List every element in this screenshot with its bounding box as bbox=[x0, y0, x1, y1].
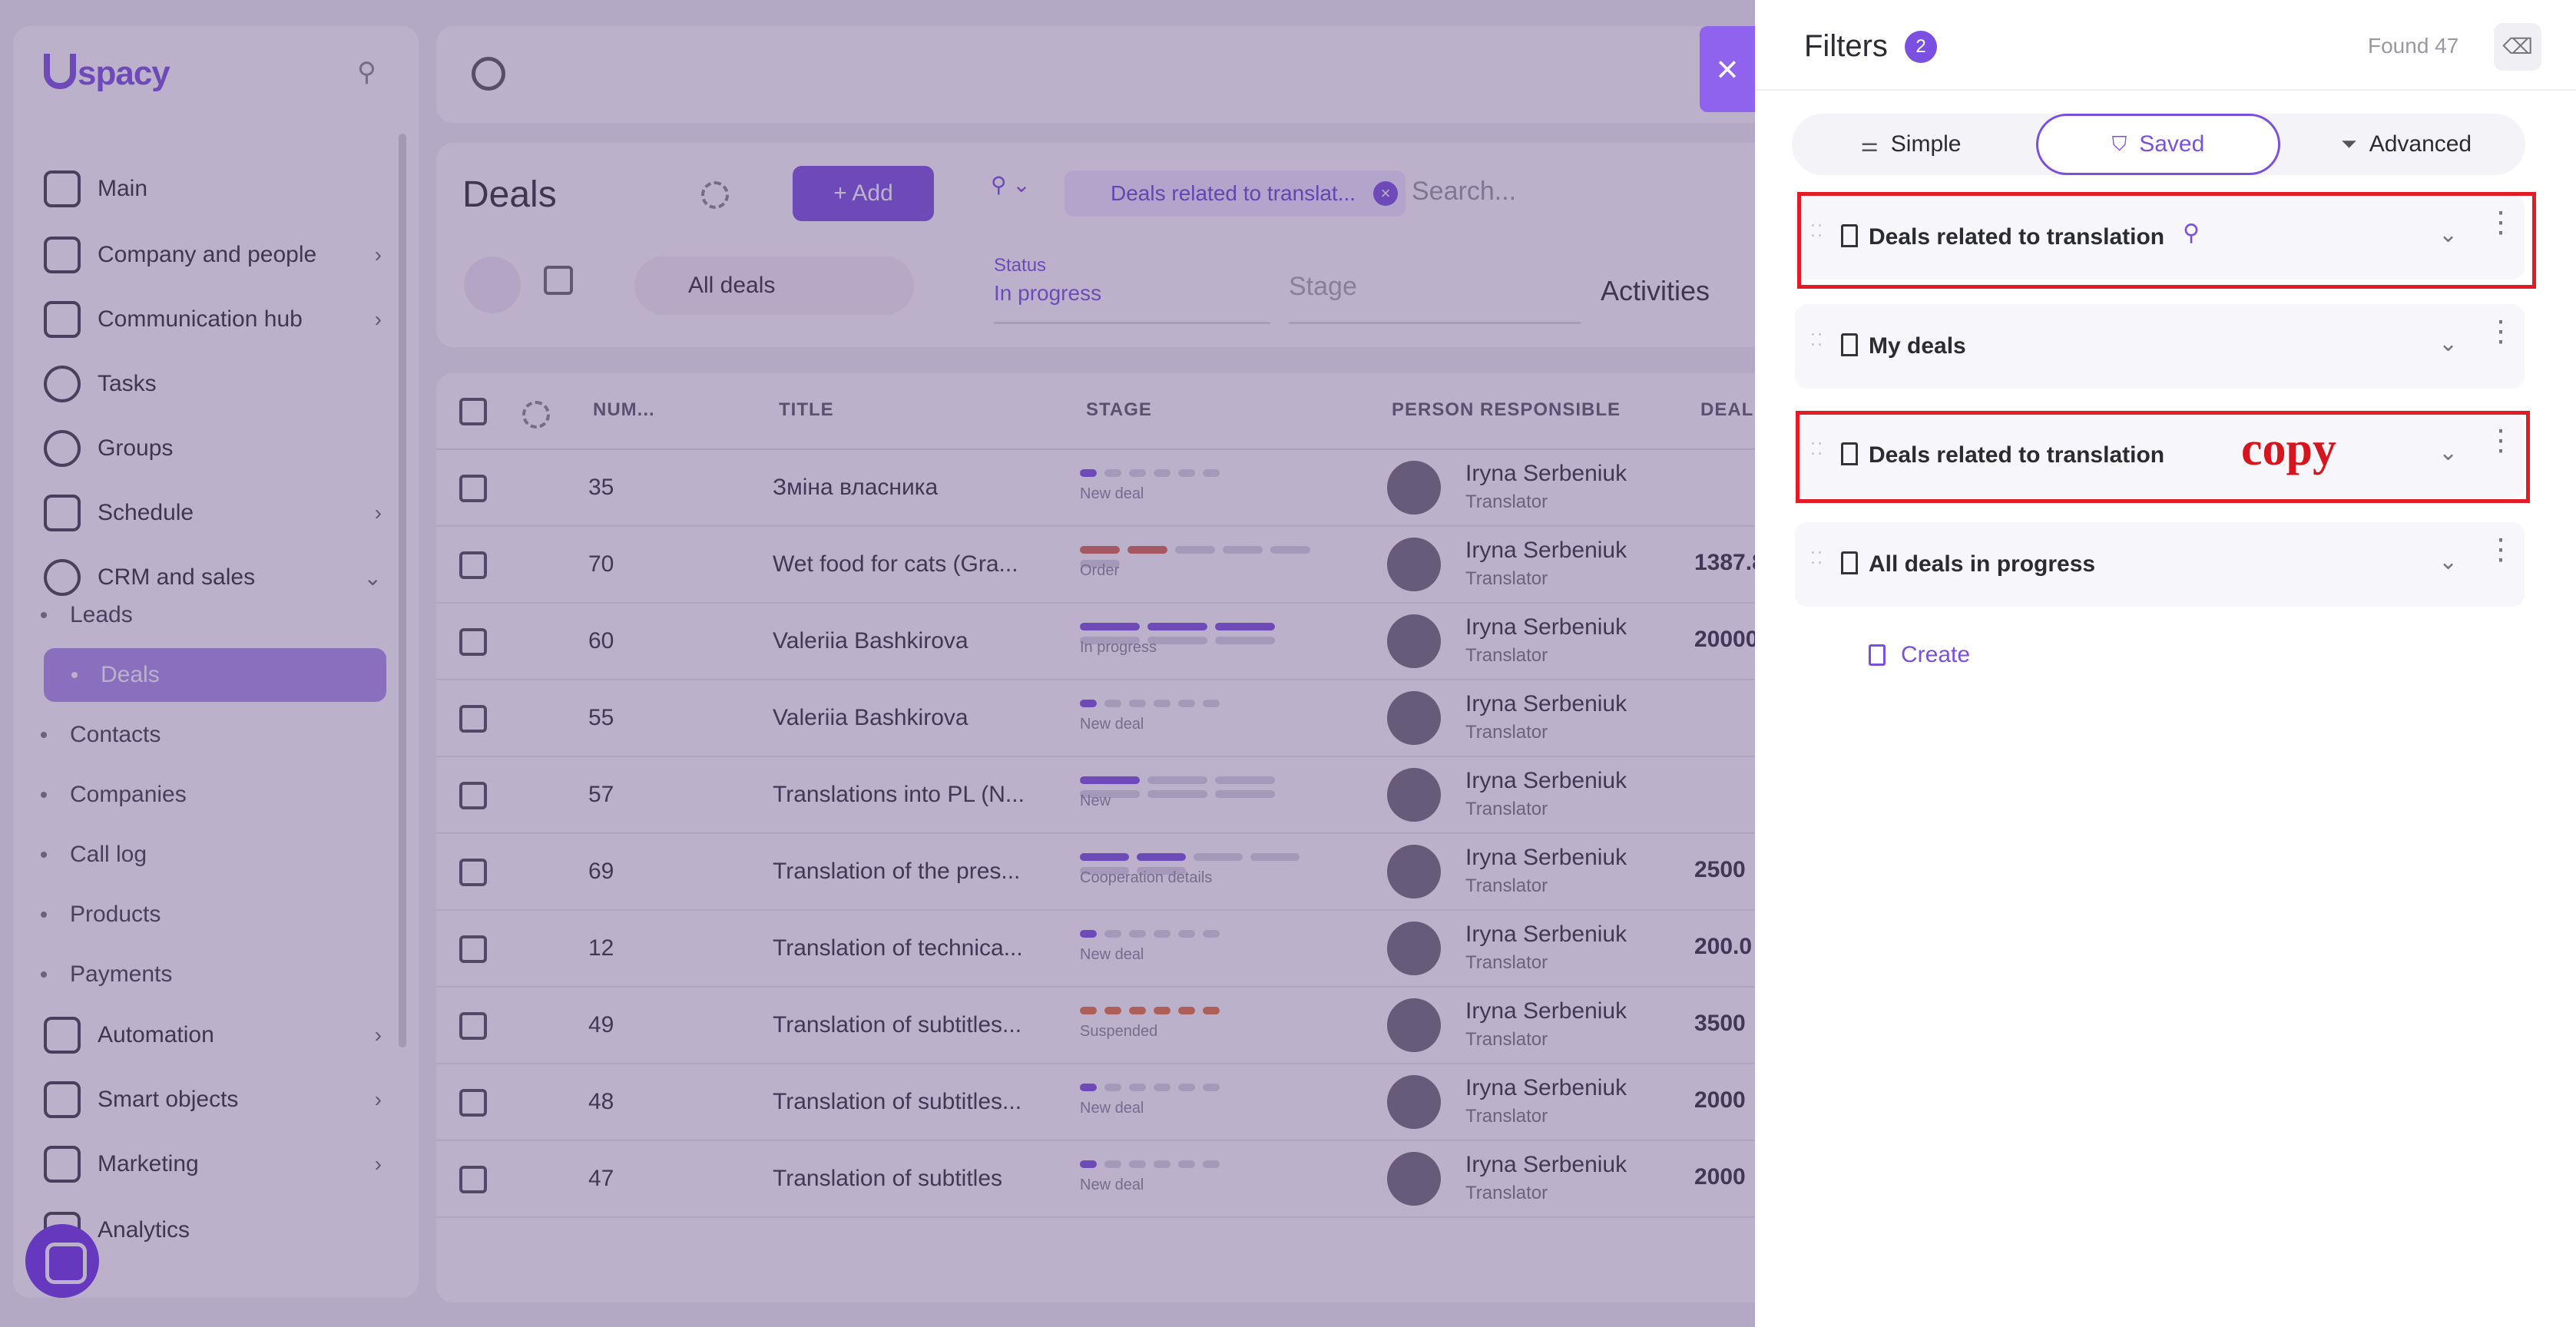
sliders-icon: ⚌ bbox=[1860, 132, 1879, 156]
chevron-down-icon[interactable]: ⌄ bbox=[2439, 548, 2458, 575]
create-filter-button[interactable]: Create bbox=[1869, 642, 1970, 668]
bookmark-icon: ⛉ bbox=[2111, 132, 2127, 155]
filter-count-badge: 2 bbox=[1905, 31, 1937, 63]
drag-handle-icon[interactable]: ⁚⁚ bbox=[1810, 332, 1823, 358]
annotation-highlight-box bbox=[1796, 411, 2530, 503]
close-panel-button[interactable]: × bbox=[1700, 26, 1755, 112]
tab-simple[interactable]: ⚌ Simple bbox=[1792, 114, 2030, 175]
saved-filter-label: All deals in progress bbox=[1869, 551, 2096, 577]
panel-title: Filters bbox=[1804, 29, 1888, 63]
drag-handle-icon[interactable]: ⁚⁚ bbox=[1810, 550, 1823, 576]
more-options-icon[interactable]: ⋮ bbox=[2486, 317, 2515, 346]
saved-filter-item[interactable]: ⁚⁚ All deals in progress ⌄ ⋮ bbox=[1795, 522, 2525, 607]
saved-filter-item[interactable]: ⁚⁚ My deals ⌄ ⋮ bbox=[1795, 304, 2525, 389]
bookmark-icon bbox=[1841, 551, 1858, 574]
more-options-icon[interactable]: ⋮ bbox=[2486, 535, 2515, 564]
annotation-highlight-box bbox=[1797, 192, 2536, 289]
panel-header: Filters 2 Found 47 ⌫ bbox=[1755, 0, 2576, 91]
annotation-copy-label: copy bbox=[2241, 423, 2336, 475]
eraser-icon[interactable]: ⌫ bbox=[2494, 23, 2541, 71]
filter-mode-tabs: ⚌ Simple ⛉ Saved ⏷ Advanced bbox=[1792, 114, 2525, 175]
found-count: Found 47 bbox=[2368, 34, 2459, 58]
saved-filter-label: My deals bbox=[1869, 333, 1966, 359]
tab-advanced[interactable]: ⏷ Advanced bbox=[2287, 114, 2525, 175]
bookmark-icon bbox=[1841, 333, 1858, 356]
tab-saved[interactable]: ⛉ Saved bbox=[2036, 114, 2280, 175]
filter-icon: ⏷ bbox=[2340, 132, 2357, 155]
chevron-down-icon[interactable]: ⌄ bbox=[2439, 330, 2458, 357]
bookmark-plus-icon bbox=[1869, 644, 1886, 666]
close-icon: × bbox=[1716, 48, 1739, 91]
